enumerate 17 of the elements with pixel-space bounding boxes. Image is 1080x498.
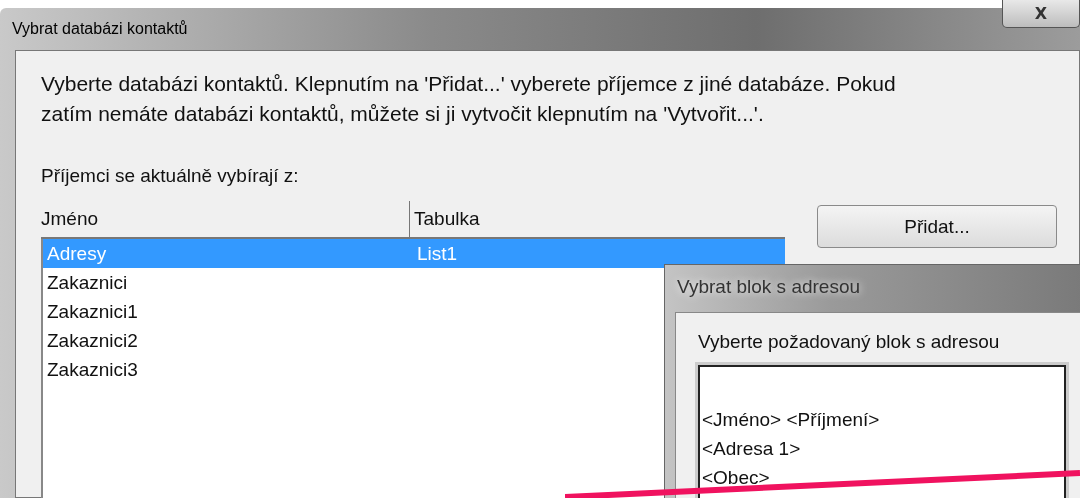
instruction-text: Vyberte databázi kontaktů. Klepnutím na 'Přidat...' vyberete příjemce z jiné databáze. Pokud zatím nemáte databázi kontaktů, můžete si ji vytvočit klepnutím na 'Vytvořit...'. — [41, 71, 897, 127]
column-header[interactable]: Jméno — [41, 208, 409, 230]
close-button[interactable]: X — [1002, 0, 1080, 28]
address-line: <Obec> — [702, 466, 770, 490]
table-cell-text: Adresy — [47, 242, 108, 265]
table-cell-text: Zakaznici3 — [47, 358, 139, 381]
table-cell-text: Zakaznici1 — [47, 300, 139, 323]
address-line: <Jméno> <Příjmení> — [702, 408, 880, 432]
column-header[interactable]: Tabulka — [409, 201, 785, 237]
window-title: Vybrat databázi kontaktů — [12, 20, 188, 38]
address-preview[interactable]: <Jméno> <Příjmení> <Adresa 1> <Obec> — [698, 365, 1066, 498]
prompt-text: Vyberte požadovaný blok s adresou — [698, 331, 1000, 352]
address-line: <Adresa 1> — [702, 437, 801, 461]
add-button[interactable]: Přidat... — [817, 205, 1057, 248]
dialog-title: Vybrat blok s adresou — [677, 276, 861, 298]
table-cell: List1 — [417, 242, 458, 265]
source-label: Příjemci se aktuálně vybírají z: — [41, 165, 300, 187]
